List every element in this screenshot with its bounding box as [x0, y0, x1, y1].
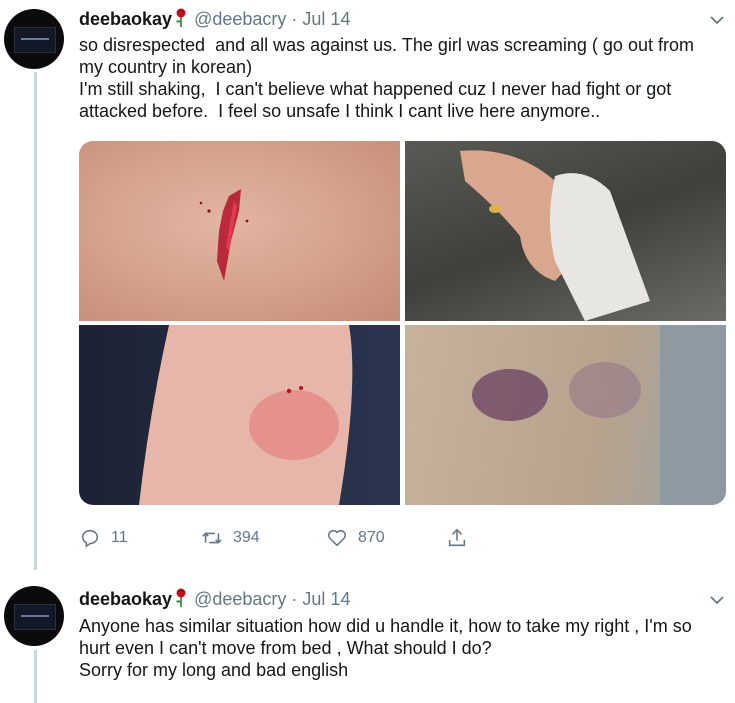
tweet-text: Anyone has similar situation how did u h… [79, 615, 719, 681]
like-button[interactable]: 870 [326, 526, 385, 550]
user-handle[interactable]: @deebacry [194, 9, 286, 29]
display-name[interactable]: deebaokay [79, 589, 172, 609]
reply-icon [81, 529, 99, 548]
tweet-date[interactable]: Jul 14 [302, 9, 350, 29]
wound-photo-icon [199, 189, 249, 281]
rose-emoji-icon [176, 8, 186, 27]
heart-icon [327, 529, 347, 547]
photo-2[interactable] [405, 141, 726, 321]
share-button[interactable] [446, 526, 478, 550]
thread-line [34, 72, 37, 570]
tweet-paragraph: I'm still shaking, I can't believe what … [79, 79, 677, 121]
avatar[interactable] [4, 9, 64, 69]
tweet-paragraph: Sorry for my long and bad english [79, 660, 349, 680]
chevron-down-icon[interactable] [709, 12, 725, 28]
photo-4[interactable] [405, 325, 726, 505]
tweet-date[interactable]: Jul 14 [302, 589, 350, 609]
photo-3[interactable] [79, 325, 400, 505]
tweet-actions: 11 394 870 [79, 526, 499, 550]
photo-1[interactable] [79, 141, 400, 321]
display-name[interactable]: deebaokay [79, 9, 172, 29]
like-count: 870 [358, 529, 385, 546]
tweet-1[interactable]: deebaokay @deebacry · Jul 14 so disrespec… [0, 0, 735, 570]
chevron-down-icon[interactable] [709, 592, 725, 608]
separator-dot: · [291, 9, 298, 29]
share-icon [448, 528, 466, 547]
tweet-header: deebaokay @deebacry · Jul 14 [79, 588, 350, 610]
retweet-count: 394 [233, 529, 260, 546]
tweet-text: so disrespected and all was against us. … [79, 34, 719, 122]
wrist-injury-photo-icon [139, 325, 353, 505]
media-grid [79, 141, 726, 505]
rose-emoji-icon [176, 588, 186, 607]
user-handle[interactable]: @deebacry [194, 589, 286, 609]
retweet-icon [202, 532, 222, 544]
separator-dot: · [291, 589, 298, 609]
thread-line [34, 650, 37, 703]
avatar[interactable] [4, 586, 64, 646]
tweet-paragraph: Anyone has similar situation how did u h… [79, 616, 697, 658]
tweet-paragraph: so disrespected and all was against us. … [79, 35, 699, 77]
tweet-header: deebaokay @deebacry · Jul 14 [79, 8, 350, 30]
bruise-photo-icon [472, 325, 726, 505]
reply-button[interactable]: 11 [79, 526, 128, 550]
reply-count: 11 [111, 529, 128, 546]
bandaged-hand-photo-icon [460, 150, 650, 321]
retweet-button[interactable]: 394 [201, 526, 260, 550]
tweet-2[interactable]: deebaokay @deebacry · Jul 14 Anyone has s… [0, 578, 735, 703]
